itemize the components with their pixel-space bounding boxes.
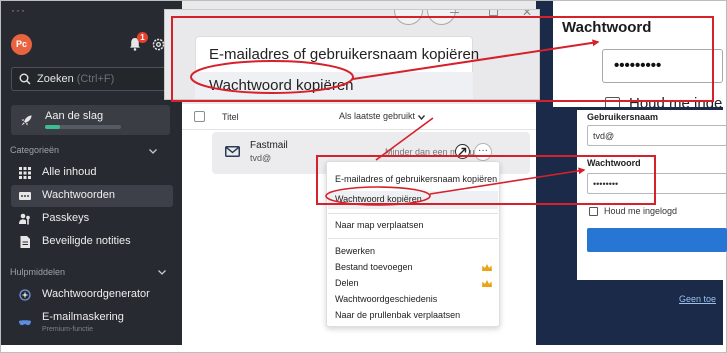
annotation-zoom-frame <box>171 16 714 102</box>
notification-badge: 1 <box>137 32 148 43</box>
sidebar-item-passwords[interactable]: Wachtwoorden <box>11 185 173 207</box>
menu-item-password-history[interactable]: Wachtwoordgeschiedenis <box>335 294 437 304</box>
getting-started-progress <box>45 125 121 129</box>
select-all-checkbox[interactable] <box>194 111 205 122</box>
getting-started-button[interactable]: Aan de slag <box>11 105 170 135</box>
note-icon <box>20 236 30 248</box>
sidebar-item-all-items[interactable]: Alle inhoud <box>11 162 173 184</box>
menu-item-edit[interactable]: Bewerken <box>335 246 375 256</box>
remember-me-checkbox[interactable] <box>589 207 598 216</box>
menu-dots-icon[interactable]: ··· <box>11 3 26 17</box>
sidebar-item-passkeys[interactable]: Passkeys <box>11 208 173 230</box>
list-column-header: Titel Als laatste gebruikt <box>182 104 536 130</box>
search-input[interactable]: Zoeken (Ctrl+F) <box>11 67 170 91</box>
getting-started-label: Aan de slag <box>45 110 104 122</box>
sidebar: ··· Pc 1 Zoeken (Ctrl+F) Aan de slag Cate… <box>1 1 182 345</box>
sidebar-item-secure-notes[interactable]: Beveiligde notities <box>11 231 173 253</box>
generator-icon <box>19 289 31 301</box>
menu-item-move-to-folder[interactable]: Naar map verplaatsen <box>335 220 424 230</box>
remember-me-label: Houd me ingelogd <box>604 206 678 216</box>
search-label: Zoeken <box>37 73 74 85</box>
menu-item-add-file[interactable]: Bestand toevoegen <box>335 262 413 272</box>
getting-started-progress-fill <box>45 125 61 129</box>
premium-crown-icon <box>482 264 492 271</box>
categories-header: Categorieën <box>10 145 60 155</box>
sidebar-item-label: Wachtwoorden <box>42 189 115 201</box>
search-icon <box>19 73 31 85</box>
password-icon <box>19 192 31 200</box>
sidebar-item-label: Alle inhoud <box>42 166 97 178</box>
username-label: Gebruikersnaam <box>587 112 659 122</box>
sidebar-item-email-masking[interactable]: E-mailmaskering Premium-functie <box>11 307 173 337</box>
chevron-down-icon[interactable] <box>418 115 425 120</box>
menu-item-share[interactable]: Delen <box>335 278 359 288</box>
sidebar-item-label: E-mailmaskering <box>42 311 124 323</box>
mail-icon <box>225 146 240 157</box>
username-value: tvd@ <box>593 131 615 141</box>
premium-feature-label: Premium-functie <box>42 326 93 333</box>
tools-collapse-chevron-icon[interactable] <box>158 270 166 275</box>
premium-crown-icon <box>482 280 492 287</box>
avatar[interactable]: Pc <box>11 34 32 55</box>
minimize-icon <box>450 12 459 13</box>
sidebar-item-label: Passkeys <box>42 212 90 224</box>
passkey-icon <box>19 213 30 225</box>
login-button[interactable] <box>587 228 727 252</box>
grid-icon <box>19 167 31 179</box>
rocket-icon <box>21 115 32 126</box>
sort-dropdown[interactable]: Als laatste gebruikt <box>339 111 415 121</box>
sidebar-item-password-generator[interactable]: Wachtwoordgenerator <box>11 284 173 306</box>
item-username: tvd@ <box>250 153 272 163</box>
tools-header: Hulpmiddelen <box>10 267 66 277</box>
search-placeholder: Zoeken (Ctrl+F) <box>37 73 114 85</box>
column-title[interactable]: Titel <box>222 112 239 122</box>
mask-icon <box>19 320 31 326</box>
username-field[interactable]: tvd@ <box>587 125 727 146</box>
sidebar-item-label: Beveiligde notities <box>42 235 131 247</box>
search-shortcut: (Ctrl+F) <box>76 73 115 85</box>
menu-item-move-to-trash[interactable]: Naar de prullenbak verplaatsen <box>335 310 460 320</box>
maximize-icon <box>489 10 498 16</box>
item-title: Fastmail <box>250 140 288 151</box>
sidebar-item-label: Wachtwoordgenerator <box>42 288 150 300</box>
annotation-frame <box>316 155 656 205</box>
menu-divider <box>328 238 498 239</box>
categories-collapse-chevron-icon[interactable] <box>149 149 157 154</box>
menu-divider <box>328 213 498 214</box>
no-access-link[interactable]: Geen toe <box>679 294 716 304</box>
